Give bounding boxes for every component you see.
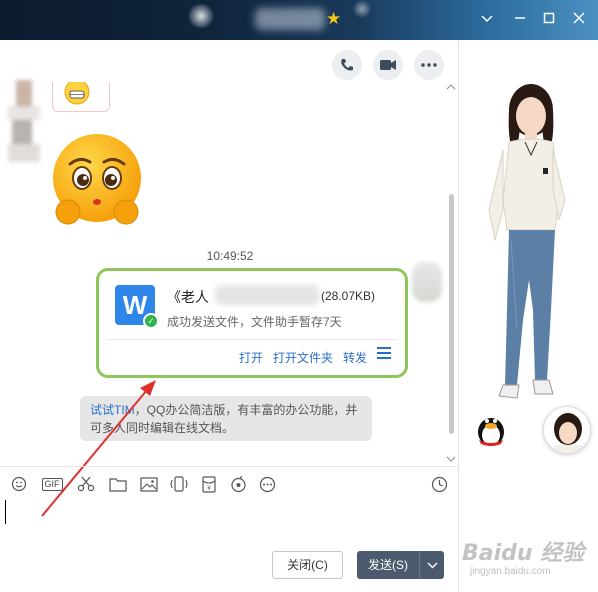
shake-icon[interactable] — [169, 474, 189, 494]
video-icon[interactable] — [373, 50, 403, 80]
input-divider — [0, 466, 458, 467]
title-bar: ★ — [0, 0, 598, 40]
close-button[interactable]: 关闭(C) — [272, 551, 343, 579]
open-folder-link[interactable]: 打开文件夹 — [273, 349, 333, 366]
svg-text:¥: ¥ — [207, 485, 211, 492]
self-avatar-blurred — [412, 262, 442, 302]
title-bar-sparkle — [186, 4, 216, 28]
title-bar-sparkle — [352, 0, 372, 18]
file-message-bubble[interactable]: W ✓ 《老人 (28.07KB) 成功发送文件，文件助手暂存7天 打开 打开文… — [96, 268, 408, 378]
check-icon: ✓ — [143, 313, 159, 329]
open-file-link[interactable]: 打开 — [239, 349, 263, 366]
baidu-watermark-url: jingyan.baidu.com — [470, 566, 551, 577]
file-size: (28.07KB) — [321, 289, 376, 303]
file-name[interactable]: 《老人 — [167, 287, 209, 307]
mini-avatar[interactable] — [543, 406, 591, 454]
forward-link[interactable]: 转发 — [343, 349, 367, 366]
image-icon[interactable] — [139, 474, 159, 494]
scissors-icon[interactable] — [76, 474, 96, 494]
chat-scrollbar[interactable] — [446, 84, 456, 464]
message-timestamp: 10:49:52 — [206, 249, 254, 263]
text-caret — [5, 500, 6, 524]
star-icon: ★ — [326, 9, 342, 28]
message-input[interactable] — [0, 496, 458, 544]
qq-penguin-icon[interactable] — [471, 408, 511, 448]
divider — [107, 339, 397, 340]
phone-icon[interactable] — [332, 50, 362, 80]
contact-avatar-blurred — [8, 80, 40, 164]
send-button[interactable]: 发送(S) — [357, 551, 419, 579]
folder-icon[interactable] — [108, 474, 128, 494]
maximize-icon[interactable] — [540, 11, 558, 29]
minimize-icon[interactable] — [511, 11, 529, 29]
red-packet-icon[interactable]: ¥ — [199, 474, 219, 494]
history-icon[interactable] — [429, 474, 449, 494]
gif-icon[interactable]: GIF — [39, 474, 65, 494]
music-icon[interactable] — [228, 474, 248, 494]
baidu-watermark: Baidu 经验 — [462, 541, 585, 566]
laughing-emoji-sticker — [52, 82, 110, 112]
menu-icon[interactable] — [377, 347, 391, 361]
file-status: 成功发送文件，文件助手暂存7天 — [167, 315, 342, 329]
show-panel — [458, 40, 598, 592]
close-icon[interactable] — [570, 11, 588, 29]
emoji-icon[interactable] — [9, 474, 29, 494]
more-icon[interactable] — [257, 474, 277, 494]
contact-name-blurred — [255, 8, 325, 30]
gif-label: GIF — [41, 477, 63, 491]
scrollbar-thumb[interactable] — [449, 194, 454, 434]
chevron-down-icon[interactable] — [478, 11, 496, 29]
send-options-chevron-icon[interactable] — [419, 551, 444, 579]
pleading-emoji — [50, 134, 144, 228]
qq-show-avatar — [488, 84, 566, 399]
file-name-blurred — [215, 285, 319, 305]
more-icon[interactable] — [414, 50, 444, 80]
